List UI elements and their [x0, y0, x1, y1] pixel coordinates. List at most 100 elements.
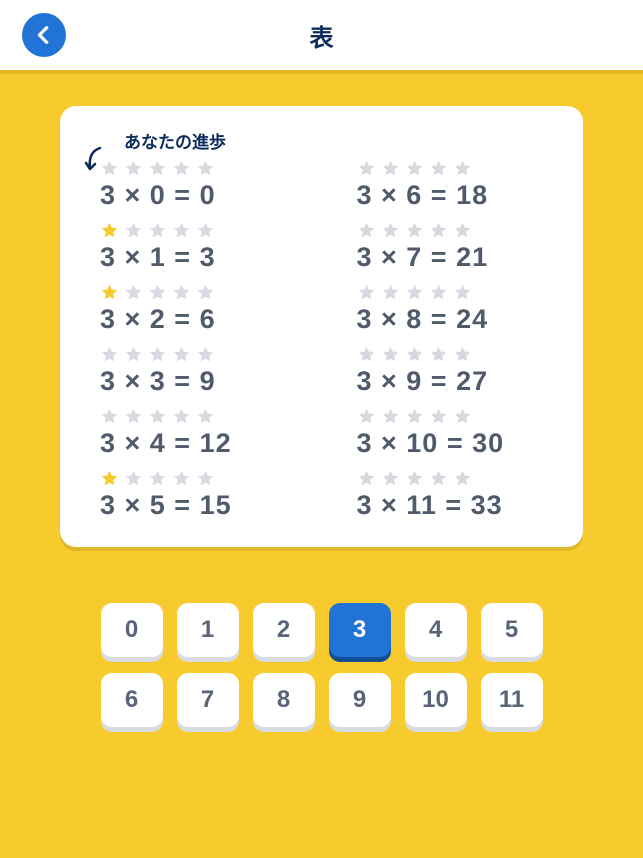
star-icon: [196, 159, 215, 178]
star-icon: [429, 159, 448, 178]
equation-text: 3 × 9 = 27: [357, 366, 556, 397]
star-icon: [429, 407, 448, 426]
star-icon: [148, 159, 167, 178]
star-icon: [124, 469, 143, 488]
star-icon: [196, 221, 215, 240]
selector-row: 6789 10 11: [92, 673, 552, 727]
star-icon: [172, 221, 191, 240]
star-icon: [148, 345, 167, 364]
table-button-6[interactable]: 6: [101, 673, 163, 727]
star-icon: [100, 283, 119, 302]
star-icon: [172, 469, 191, 488]
equation-entry: 3 × 10 = 30: [345, 407, 556, 459]
table-button-9[interactable]: 9: [329, 673, 391, 727]
star-icon: [124, 221, 143, 240]
table-button-5[interactable]: 5: [481, 603, 543, 657]
star-rating: [100, 283, 299, 302]
star-icon: [172, 407, 191, 426]
equation-entry: 3 × 8 = 24: [345, 283, 556, 335]
progress-card: あなたの進歩 3 × 0 = 0 3 × 6 = 18 3 × 1 = 3 3 × 7…: [60, 106, 583, 547]
arrow-indicator-icon: [84, 146, 106, 181]
star-icon: [148, 407, 167, 426]
equation-text: 3 × 0 = 0: [100, 180, 299, 211]
star-icon: [196, 345, 215, 364]
table-button-11[interactable]: 11: [481, 673, 543, 727]
equation-text: 3 × 4 = 12: [100, 428, 299, 459]
equation-text: 3 × 8 = 24: [357, 304, 556, 335]
star-icon: [405, 159, 424, 178]
equation-text: 3 × 11 = 33: [357, 490, 556, 521]
star-icon: [429, 283, 448, 302]
star-icon: [453, 283, 472, 302]
star-rating: [357, 159, 556, 178]
star-icon: [429, 345, 448, 364]
star-rating: [100, 345, 299, 364]
back-button[interactable]: [22, 13, 66, 57]
equation-text: 3 × 10 = 30: [357, 428, 556, 459]
equation-entry: 3 × 0 = 0: [88, 159, 299, 211]
star-rating: [357, 469, 556, 488]
table-button-10[interactable]: 10: [405, 673, 467, 727]
star-icon: [453, 159, 472, 178]
star-icon: [453, 221, 472, 240]
star-icon: [124, 159, 143, 178]
star-rating: [357, 345, 556, 364]
star-icon: [381, 159, 400, 178]
table-button-8[interactable]: 8: [253, 673, 315, 727]
star-rating: [100, 469, 299, 488]
star-icon: [381, 407, 400, 426]
star-rating: [357, 407, 556, 426]
equation-text: 3 × 6 = 18: [357, 180, 556, 211]
equation-text: 3 × 3 = 9: [100, 366, 299, 397]
table-button-1[interactable]: 1: [177, 603, 239, 657]
star-icon: [357, 407, 376, 426]
star-icon: [429, 221, 448, 240]
star-icon: [405, 221, 424, 240]
table-button-4[interactable]: 4: [405, 603, 467, 657]
equation-entry: 3 × 3 = 9: [88, 345, 299, 397]
star-icon: [148, 283, 167, 302]
star-icon: [100, 345, 119, 364]
equation-text: 3 × 7 = 21: [357, 242, 556, 273]
star-icon: [124, 407, 143, 426]
star-rating: [100, 221, 299, 240]
star-icon: [357, 283, 376, 302]
star-icon: [148, 469, 167, 488]
star-icon: [124, 283, 143, 302]
star-icon: [405, 283, 424, 302]
star-icon: [357, 221, 376, 240]
equation-text: 3 × 2 = 6: [100, 304, 299, 335]
arrow-left-icon: [33, 24, 55, 46]
star-icon: [148, 221, 167, 240]
star-rating: [357, 221, 556, 240]
star-icon: [357, 345, 376, 364]
equation-text: 3 × 5 = 15: [100, 490, 299, 521]
table-button-2[interactable]: 2: [253, 603, 315, 657]
star-icon: [429, 469, 448, 488]
equation-entry: 3 × 9 = 27: [345, 345, 556, 397]
star-icon: [453, 407, 472, 426]
equation-entry: 3 × 1 = 3: [88, 221, 299, 273]
star-icon: [100, 407, 119, 426]
selector-row: 012345: [92, 603, 552, 657]
table-button-7[interactable]: 7: [177, 673, 239, 727]
star-icon: [381, 345, 400, 364]
star-icon: [357, 159, 376, 178]
equation-entry: 3 × 5 = 15: [88, 469, 299, 521]
equation-entry: 3 × 6 = 18: [345, 159, 556, 211]
star-icon: [100, 221, 119, 240]
star-icon: [172, 345, 191, 364]
star-icon: [100, 469, 119, 488]
table-button-3[interactable]: 3: [329, 603, 391, 657]
star-icon: [405, 345, 424, 364]
header: 表: [0, 0, 643, 74]
equation-text: 3 × 1 = 3: [100, 242, 299, 273]
progress-label: あなたの進歩: [124, 128, 555, 153]
star-icon: [172, 283, 191, 302]
star-icon: [124, 345, 143, 364]
table-button-0[interactable]: 0: [101, 603, 163, 657]
star-icon: [453, 345, 472, 364]
star-icon: [381, 469, 400, 488]
star-icon: [381, 221, 400, 240]
star-icon: [453, 469, 472, 488]
